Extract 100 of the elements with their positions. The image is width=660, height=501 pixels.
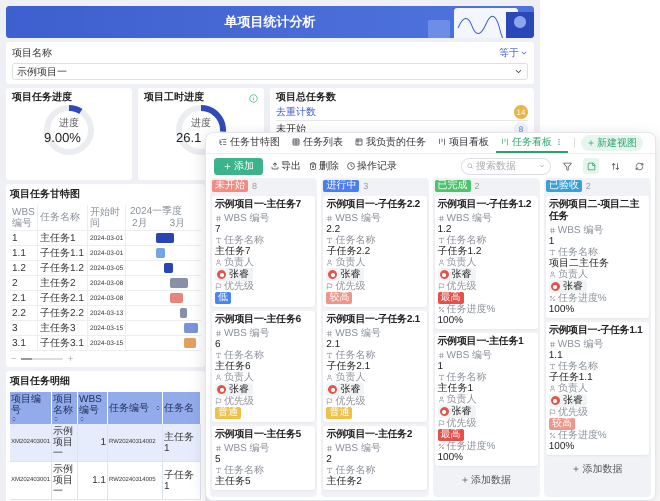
task-card[interactable]: 示例项目一-主任务7 WBS 编号 7 任务名称 主任务7 负责人 张睿 优先级 低 — [212, 196, 316, 307]
task-card[interactable]: 示例项目一-主任务5 WBS 编号 5 任务名称 主任务5 — [212, 426, 316, 490]
avatar-icon — [550, 396, 560, 405]
field-value: 2.1 — [326, 339, 342, 350]
field-value: 100% — [438, 452, 464, 463]
text-icon — [215, 467, 222, 474]
view-tab[interactable]: 任务列表 — [287, 133, 348, 153]
priority-tag: 最高 — [438, 429, 464, 441]
user-icon — [326, 259, 334, 266]
card-title: 示例项目一-主任务1 — [438, 336, 524, 348]
status-tag: 进行中 — [323, 180, 360, 192]
search-icon — [467, 162, 474, 170]
column-header[interactable]: 项目编号 — [10, 392, 52, 424]
search-input[interactable]: 搜索数据 — [476, 160, 536, 172]
person-name: 张睿 — [340, 384, 360, 395]
column-header[interactable]: 项目名称 — [52, 392, 78, 424]
task-card[interactable]: 示例项目一-主任务6 WBS 编号 6 任务名称 主任务6 负责人 张睿 优先级 普通 — [212, 311, 316, 422]
table-cell: 子任务2.1 — [38, 291, 88, 305]
toolbar-action[interactable]: 删除 — [309, 159, 339, 173]
field-label: 优先级 — [438, 418, 535, 429]
field-value: 子任务2.2 — [326, 246, 372, 257]
table-cell: 3.1 — [10, 336, 38, 350]
hash-icon — [215, 330, 222, 337]
field-value: 100% — [548, 441, 576, 452]
field-label: 优先级 — [438, 281, 535, 292]
column-header[interactable]: WBS 编号 — [78, 392, 108, 424]
table-cell: 示例项目一 — [52, 462, 78, 500]
add-data-button[interactable]: 添加数据 — [434, 470, 538, 490]
gantt-bar[interactable] — [184, 323, 198, 333]
toolbar-action[interactable]: 操作记录 — [347, 159, 397, 173]
operator-dropdown[interactable]: 等于 — [499, 46, 528, 60]
priority-tag: 低 — [215, 292, 231, 304]
table-cell: 2.1 — [10, 291, 38, 305]
table-cell: 示例项目一 — [52, 424, 78, 462]
field-label: 优先级 — [215, 396, 312, 407]
field-value: 1.1 — [548, 350, 564, 361]
column-header[interactable]: 任务编号 — [108, 392, 163, 424]
percent-icon — [438, 443, 444, 450]
view-tab[interactable]: 任务甘特图 — [214, 133, 285, 153]
task-card[interactable]: 示例项目一-主任务2 WBS 编号 2 任务名称 主任务2 — [323, 426, 426, 490]
task-card[interactable]: 示例项目一-子任务1.1 WBS 编号 1.1 任务名称 子任务1.1 负责人 张睿 优先级 较高 任务进度% 100% — [546, 322, 649, 455]
hash-icon — [326, 445, 334, 452]
table-cell: 子任务2.2 — [38, 306, 88, 320]
field-label: WBS 编号 — [215, 328, 312, 339]
percent-icon — [548, 295, 556, 302]
project-select[interactable]: 示例项目一 — [12, 63, 528, 80]
field-value: 1.2 — [438, 224, 452, 235]
view-tab[interactable]: 项目看板 — [433, 133, 494, 153]
field-label: 优先级 — [548, 407, 646, 418]
sort-icon — [610, 162, 620, 170]
table-cell: 子任务3.1 — [38, 336, 88, 350]
gantt-bar[interactable] — [164, 263, 173, 273]
clock-icon — [347, 162, 355, 170]
field-value: 主任务5 — [215, 476, 252, 487]
view-tab[interactable]: 我负责的任务 — [350, 133, 431, 153]
minus-icon[interactable] — [10, 355, 17, 362]
hash-icon — [215, 445, 222, 452]
field-label: 任务进度% — [548, 293, 646, 304]
flag-icon — [326, 398, 334, 405]
hash-icon — [326, 215, 334, 222]
field-label: WBS 编号 — [548, 339, 646, 350]
task-card[interactable]: 示例项目二-项目二主任务 WBS 编号 1 任务名称 项目二主任务 负责人 张睿 任务进度% 100% — [546, 196, 649, 318]
field-label: 负责人 — [548, 383, 646, 394]
task-card[interactable]: 示例项目一-子任务2.2 WBS 编号 2.2 任务名称 子任务2.2 负责人 张睿 优先级 较高 — [323, 196, 426, 307]
add-data-button[interactable]: 添加数据 — [546, 459, 649, 479]
search-field[interactable]: 搜索数据 — [461, 158, 551, 174]
table-cell: 2 — [10, 276, 38, 290]
gantt-bar[interactable] — [180, 308, 187, 318]
hash-icon — [548, 341, 556, 348]
caret-icon — [520, 49, 528, 57]
avatar-icon — [328, 385, 338, 394]
card-view-button[interactable] — [583, 158, 599, 174]
field-label: 优先级 — [326, 281, 424, 292]
task-card[interactable]: 示例项目一-子任务1.2 WBS 编号 1.2 任务名称 子任务1.2 负责人 张睿 优先级 最高 任务进度% 100% — [434, 196, 538, 329]
donut-value: 26.1 — [176, 130, 202, 144]
task-card[interactable]: 示例项目一-主任务1 WBS 编号 1 任务名称 主任务1 负责人 张睿 优先级 最高 任务进度% 100% — [434, 333, 538, 466]
field-value: 2.2 — [326, 224, 342, 235]
task-card[interactable]: 示例项目一-子任务2.1 WBS 编号 2.1 任务名称 子任务2.1 负责人 张睿 优先级 普通 — [323, 311, 426, 422]
plus-icon — [587, 139, 595, 147]
plus-icon[interactable] — [67, 355, 74, 362]
table-cell: 1.1 — [78, 462, 108, 500]
avatar-icon — [440, 270, 448, 279]
person-name: 张睿 — [340, 269, 360, 280]
field-value: 主任务7 — [215, 246, 252, 257]
field-value: 100% — [438, 315, 464, 326]
hash-icon — [326, 330, 334, 337]
field-label: 任务进度% — [548, 430, 646, 441]
info-icon[interactable] — [249, 94, 258, 102]
column-header[interactable]: 任务名 — [163, 392, 201, 424]
column-header: WBS 编号 — [10, 205, 38, 230]
field-label: 任务进度% — [438, 304, 535, 315]
chevron-icon[interactable] — [538, 162, 545, 170]
tree-list-icon — [219, 138, 227, 146]
card-title: 示例项目一-主任务7 — [215, 199, 302, 211]
toolbar-action[interactable]: 导出 — [271, 159, 301, 173]
table-cell: 2.2 — [10, 306, 38, 320]
user-icon — [438, 259, 444, 266]
field-label: 任务名称 — [326, 235, 424, 246]
person-name: 张睿 — [229, 384, 249, 395]
table-icon — [292, 138, 300, 146]
